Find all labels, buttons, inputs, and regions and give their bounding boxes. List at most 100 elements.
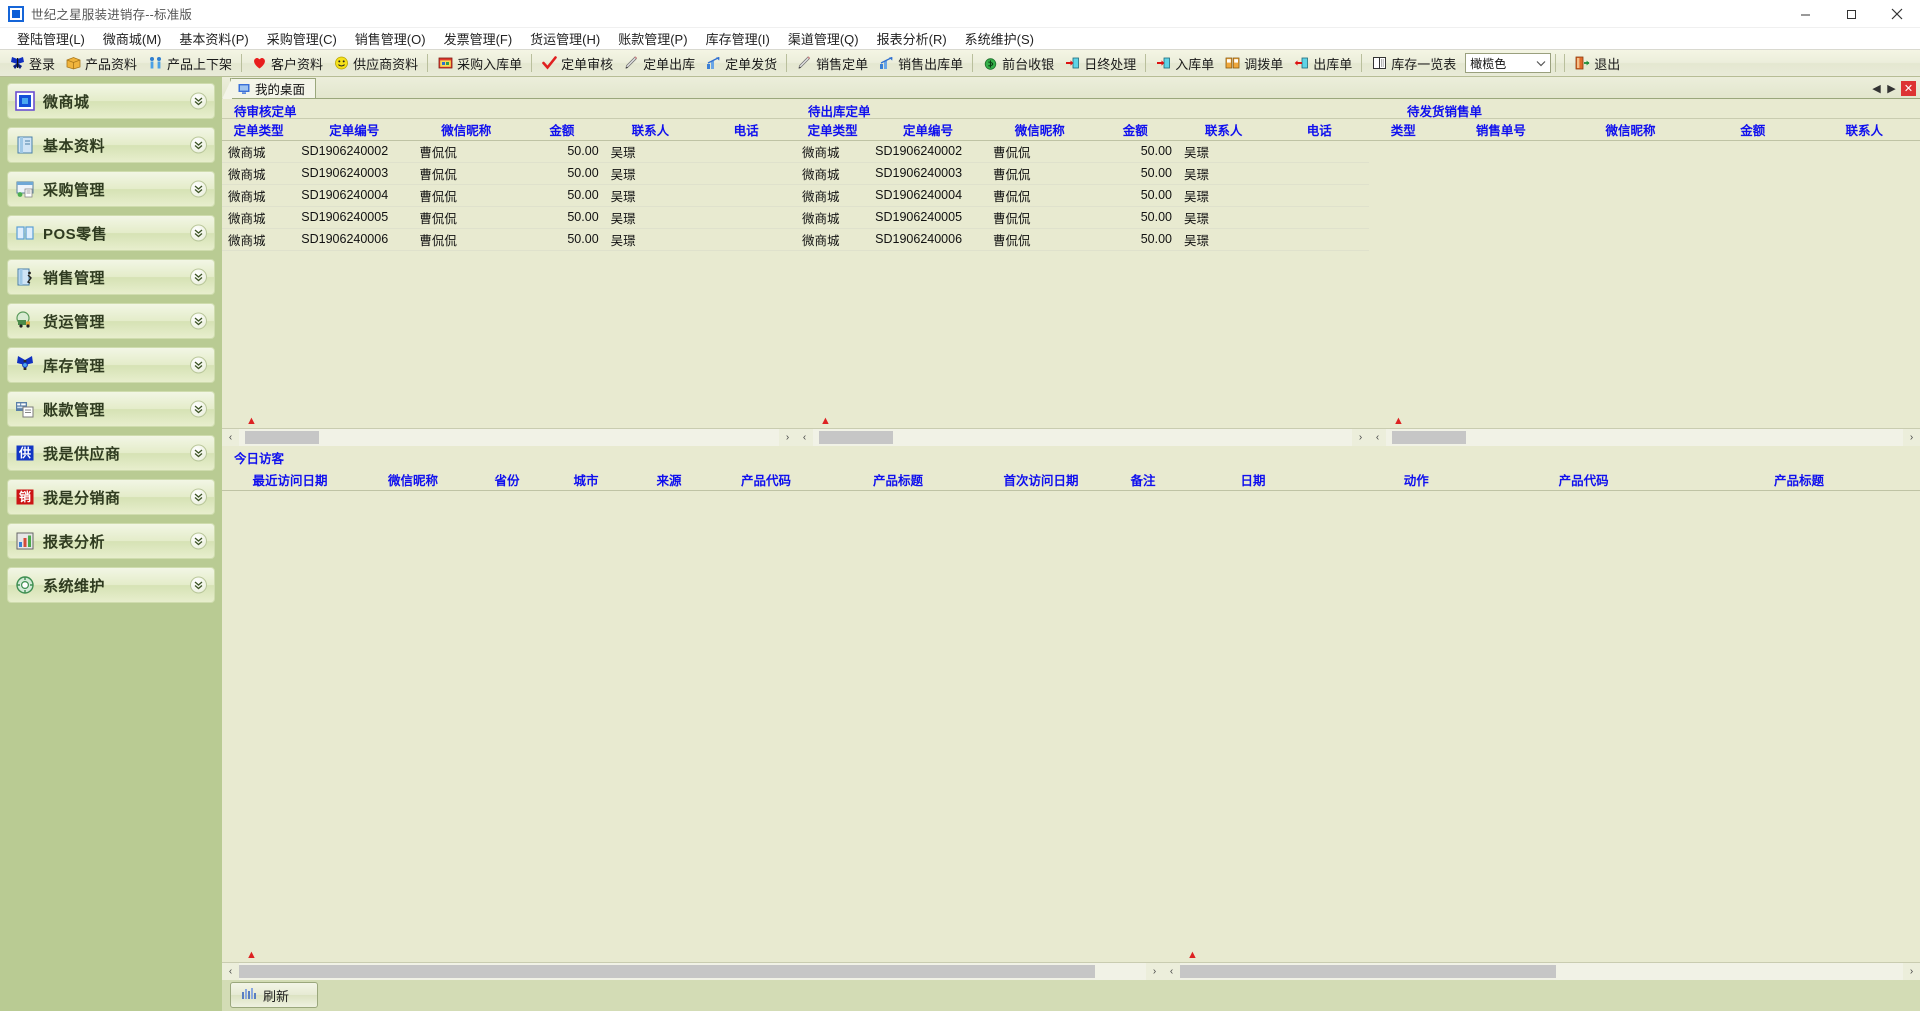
toolbar-button-customer-info[interactable]: 客户资料 — [246, 52, 328, 75]
scroll-thumb[interactable] — [239, 964, 1095, 978]
scroll-thumb[interactable] — [1392, 430, 1466, 444]
toolbar-button-sales-outbound[interactable]: 销售出库单 — [873, 52, 968, 75]
menu-item-system[interactable]: 系统维护(S) — [956, 27, 1043, 50]
chevron-double-down-icon[interactable] — [190, 532, 207, 550]
column-header-city[interactable]: 城市 — [546, 469, 626, 491]
column-header-amount[interactable]: 金额 — [519, 119, 605, 141]
toolbar-button-cashier[interactable]: 前台收银 — [977, 52, 1059, 75]
column-header-order-no[interactable]: 定单编号 — [295, 119, 414, 141]
column-header-date[interactable]: 日期 — [1163, 469, 1344, 491]
hscrollbar-pending-shipment[interactable]: ▲ ‹ › — [1369, 416, 1920, 446]
tab-my-desktop[interactable]: 我的桌面 — [222, 78, 317, 99]
scroll-left-button[interactable]: ‹ — [222, 428, 239, 446]
hscrollbar-pending-outbound[interactable]: ▲ ‹ › — [796, 416, 1369, 446]
column-header-contact[interactable]: 联系人 — [604, 119, 697, 141]
column-header-order-no[interactable]: 定单编号 — [869, 119, 987, 141]
table-row[interactable]: 微商城 SD1906240004 曹侃侃 50.00 吴璟 — [796, 184, 1369, 207]
menu-item-shipping[interactable]: 货运管理(H) — [521, 27, 609, 50]
toolbar-button-supplier-info[interactable]: 供应商资料 — [328, 52, 423, 75]
toolbar-button-order-review[interactable]: 定单审核 — [536, 52, 618, 75]
scroll-right-button[interactable]: › — [1146, 962, 1163, 980]
column-header-type[interactable]: 类型 — [1369, 119, 1438, 141]
menu-item-purchase[interactable]: 采购管理(C) — [258, 27, 346, 50]
toolbar-button-exit[interactable]: 退出 — [1569, 52, 1625, 75]
chevron-double-down-icon[interactable] — [190, 488, 207, 506]
chevron-double-down-icon[interactable] — [190, 92, 207, 110]
table-row[interactable]: 微商城 SD1906240005 曹侃侃 50.00 吴璟 — [796, 206, 1369, 229]
column-header-amount[interactable]: 金额 — [1092, 119, 1178, 141]
scroll-thumb[interactable] — [245, 430, 319, 444]
column-header-province[interactable]: 省份 — [468, 469, 546, 491]
sidebar-item-pos[interactable]: POS零售 — [7, 215, 215, 251]
scroll-left-button[interactable]: ‹ — [1163, 962, 1180, 980]
table-row[interactable]: 微商城 SD1906240003 曹侃侃 50.00 吴璟 — [796, 162, 1369, 185]
minimize-button[interactable] — [1782, 0, 1828, 28]
tab-prev-button[interactable]: ◀ — [1871, 82, 1882, 95]
column-header-product-title[interactable]: 产品标题 — [820, 469, 976, 491]
sidebar-item-basic-info[interactable]: 基本资料 — [7, 127, 215, 163]
column-header-phone[interactable]: 电话 — [1269, 119, 1369, 141]
column-header-product-title[interactable]: 产品标题 — [1677, 469, 1920, 491]
scroll-right-button[interactable]: › — [1903, 428, 1920, 446]
scroll-right-button[interactable]: › — [779, 428, 796, 446]
tab-next-button[interactable]: ▶ — [1886, 82, 1897, 95]
table-row[interactable]: 微商城 SD1906240006 曹侃侃 50.00 吴璟 — [796, 228, 1369, 251]
column-header-wechat-nick[interactable]: 微信昵称 — [986, 119, 1093, 141]
column-header-wechat-nick[interactable]: 微信昵称 — [413, 119, 520, 141]
sidebar-item-stock[interactable]: 库存管理 — [7, 347, 215, 383]
close-button[interactable] — [1874, 0, 1920, 28]
scroll-right-button[interactable]: › — [1352, 428, 1369, 446]
sidebar-item-supplier[interactable]: 供 我是供应商 — [7, 435, 215, 471]
chevron-double-down-icon[interactable] — [190, 136, 207, 154]
sidebar-item-distributor[interactable]: 销 我是分销商 — [7, 479, 215, 515]
column-header-first-visit-date[interactable]: 首次访问日期 — [976, 469, 1106, 491]
column-header-product-code[interactable]: 产品代码 — [1489, 469, 1678, 491]
theme-select[interactable]: 橄榄色 — [1465, 53, 1552, 73]
column-header-wechat-nick[interactable]: 微信昵称 — [1564, 119, 1697, 141]
column-header-action[interactable]: 动作 — [1343, 469, 1490, 491]
column-header-last-visit-date[interactable]: 最近访问日期 — [222, 469, 358, 491]
column-header-phone[interactable]: 电话 — [696, 119, 796, 141]
sidebar-item-purchase[interactable]: 采购管理 — [7, 171, 215, 207]
scroll-left-button[interactable]: ‹ — [1369, 428, 1386, 446]
grid-pending-shipment[interactable]: 类型 销售单号 微信昵称 金额 联系人 — [1369, 118, 1920, 428]
chevron-double-down-icon[interactable] — [190, 224, 207, 242]
chevron-double-down-icon[interactable] — [190, 576, 207, 594]
menu-item-mall[interactable]: 微商城(M) — [94, 27, 171, 50]
scroll-left-button[interactable]: ‹ — [796, 428, 813, 446]
column-header-sales-no[interactable]: 销售单号 — [1437, 119, 1565, 141]
table-row[interactable]: 微商城 SD1906240006 曹侃侃 50.00 吴璟 — [222, 228, 796, 251]
menu-item-channel[interactable]: 渠道管理(Q) — [779, 27, 868, 50]
grid-visitors-left[interactable]: 最近访问日期 微信昵称 省份 城市 来源 产品代码 产品标题 首次访问日期 备注 — [222, 469, 1163, 962]
scroll-track[interactable] — [1386, 428, 1903, 446]
toolbar-button-inbound[interactable]: 入库单 — [1150, 52, 1219, 75]
toolbar-button-product-shelf[interactable]: 产品上下架 — [142, 52, 237, 75]
toolbar-button-order-outbound[interactable]: 定单出库 — [618, 52, 700, 75]
chevron-double-down-icon[interactable] — [190, 268, 207, 286]
table-row[interactable]: 微商城 SD1906240003 曹侃侃 50.00 吴璟 — [222, 162, 796, 185]
toolbar-button-sales-order[interactable]: 销售定单 — [791, 52, 873, 75]
chevron-double-down-icon[interactable] — [190, 180, 207, 198]
sidebar-item-accounts[interactable]: 账款管理 — [7, 391, 215, 427]
column-header-contact[interactable]: 联系人 — [1177, 119, 1270, 141]
table-row[interactable]: 微商城 SD1906240005 曹侃侃 50.00 吴璟 — [222, 206, 796, 229]
scroll-left-button[interactable]: ‹ — [222, 962, 239, 980]
column-header-wechat-nick[interactable]: 微信昵称 — [358, 469, 468, 491]
menu-item-login[interactable]: 登陆管理(L) — [8, 27, 94, 50]
scroll-right-button[interactable]: › — [1903, 962, 1920, 980]
scroll-thumb[interactable] — [1180, 964, 1556, 978]
table-row[interactable]: 微商城 SD1906240002 曹侃侃 50.00 吴璟 — [796, 140, 1369, 163]
column-header-remark[interactable]: 备注 — [1106, 469, 1163, 491]
grid-pending-outbound[interactable]: 定单类型 定单编号 微信昵称 金额 联系人 电话 微商城 SD190624000… — [796, 118, 1369, 428]
table-row[interactable]: 微商城 SD1906240002 曹侃侃 50.00 吴璟 — [222, 140, 796, 163]
menu-item-invoice[interactable]: 发票管理(F) — [435, 27, 522, 50]
toolbar-button-transfer[interactable]: 调拨单 — [1219, 52, 1288, 75]
column-header-order-type[interactable]: 定单类型 — [222, 119, 296, 141]
scroll-track[interactable] — [239, 428, 779, 446]
column-header-amount[interactable]: 金额 — [1697, 119, 1809, 141]
grid-visitors-right[interactable]: 日期 动作 产品代码 产品标题 — [1163, 469, 1920, 962]
scroll-thumb[interactable] — [819, 430, 893, 444]
chevron-double-down-icon[interactable] — [190, 444, 207, 462]
toolbar-button-order-ship[interactable]: 定单发货 — [700, 52, 782, 75]
toolbar-button-product-info[interactable]: 产品资料 — [60, 52, 142, 75]
